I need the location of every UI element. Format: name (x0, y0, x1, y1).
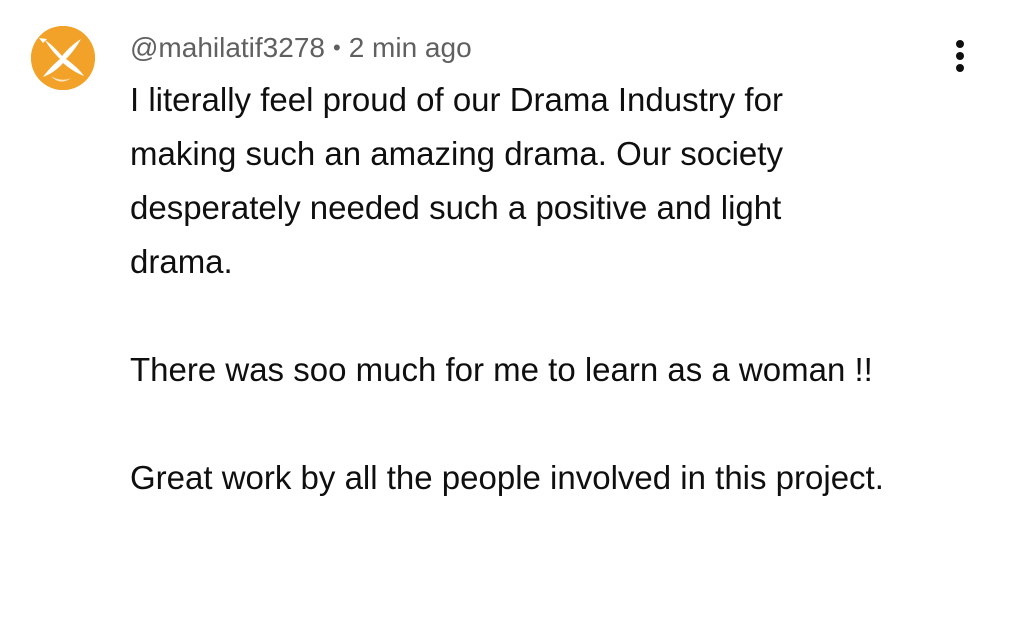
comment-item: @mahilatif3278 • 2 min ago I literally f… (0, 0, 1024, 632)
avatar[interactable] (31, 26, 95, 90)
comment-paragraph: There was soo much for me to learn as a … (130, 351, 873, 388)
more-options-button[interactable] (940, 36, 980, 76)
more-vert-icon (956, 40, 964, 48)
comment-meta: @mahilatif3278 • 2 min ago (130, 28, 472, 68)
dove-icon (31, 26, 95, 90)
more-vert-icon-dot (956, 64, 964, 72)
comment-paragraph: Great work by all the people involved in… (130, 459, 884, 496)
author-handle[interactable]: @mahilatif3278 (130, 32, 325, 64)
meta-separator: • (332, 35, 341, 60)
comment-body: I literally feel proud of our Drama Indu… (130, 73, 890, 505)
comment-paragraph: I literally feel proud of our Drama Indu… (130, 81, 783, 280)
comment-timestamp: 2 min ago (348, 32, 472, 63)
more-vert-icon-dot (956, 52, 964, 60)
